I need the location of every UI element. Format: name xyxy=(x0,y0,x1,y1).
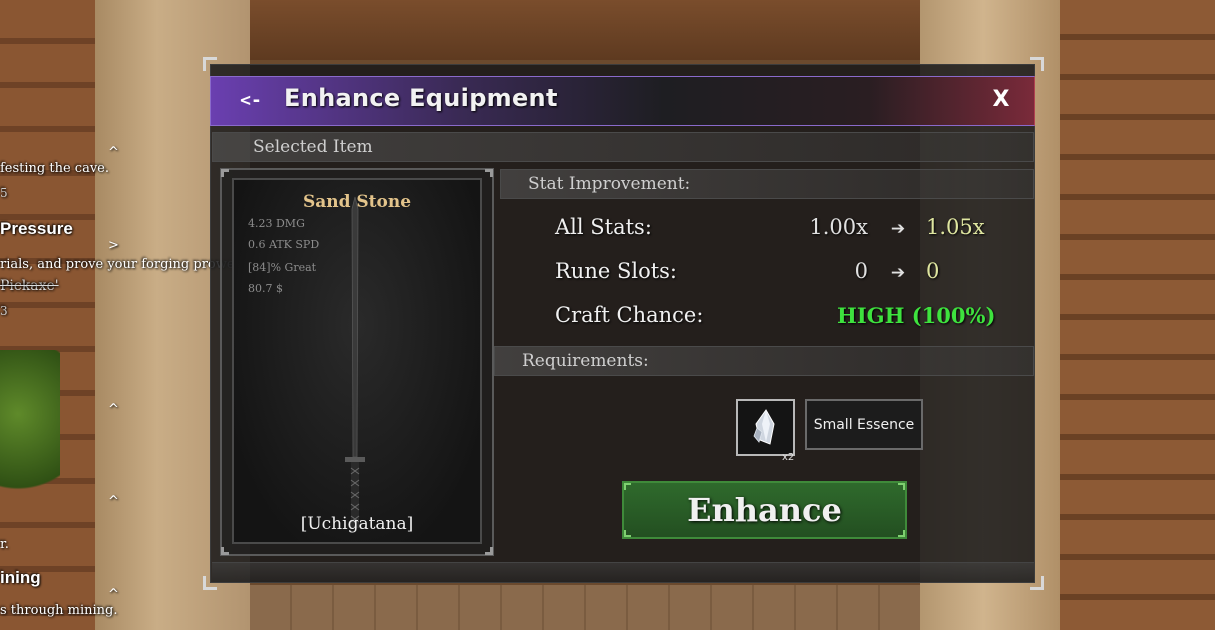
crystal-icon xyxy=(753,408,775,445)
button-corner xyxy=(624,530,631,537)
arrow-right-icon: ➔ xyxy=(890,219,906,239)
item-stat-quality: [84]% Great xyxy=(248,261,317,274)
quest-tracker: festing the cave. 5 Pressure rials, and … xyxy=(0,0,252,630)
stat-improvement-header-label: Stat Improvement: xyxy=(528,174,691,194)
panel-corner xyxy=(1030,57,1044,71)
requirement-slot[interactable] xyxy=(736,399,795,456)
quest-objective: Pickaxe' xyxy=(0,278,59,294)
button-corner xyxy=(898,483,905,490)
expand-caret-icon[interactable]: > xyxy=(108,238,119,253)
requirement-name: Small Essence xyxy=(805,399,923,450)
quest-line: 3 xyxy=(0,304,8,318)
collapse-caret-icon[interactable]: ^ xyxy=(108,587,119,602)
stat-from-rune-slots: 0 xyxy=(854,259,868,283)
floor-tiles xyxy=(250,585,920,630)
requirements-header-label: Requirements: xyxy=(522,351,649,371)
item-stat-damage: 4.23 DMG xyxy=(248,217,305,230)
arrow-right-icon: ➔ xyxy=(890,263,906,283)
window-title: Enhance Equipment xyxy=(284,84,558,112)
item-stat-value: 80.7 $ xyxy=(248,282,283,295)
button-corner xyxy=(624,483,631,490)
wood-beam-top xyxy=(250,0,920,60)
collapse-caret-icon[interactable]: ^ xyxy=(108,145,119,160)
requirements-header: Requirements: xyxy=(494,346,1034,376)
uchigatana-sword-icon xyxy=(345,196,365,528)
collapse-caret-icon[interactable]: ^ xyxy=(108,402,119,417)
quest-line: r. xyxy=(0,537,9,552)
stat-to-rune-slots: 0 xyxy=(926,259,940,283)
item-card-corner xyxy=(485,547,493,555)
selected-item-header: Selected Item xyxy=(212,132,1034,162)
quest-line: festing the cave. xyxy=(0,161,110,176)
button-corner xyxy=(898,530,905,537)
quest-line: s through mining. xyxy=(0,603,118,618)
stat-label-all-stats: All Stats: xyxy=(555,215,652,239)
panel-footer-divider xyxy=(212,562,1034,582)
item-card-corner xyxy=(221,169,229,177)
quest-title[interactable]: Pressure xyxy=(0,219,73,239)
item-name: Sand Stone xyxy=(302,192,412,212)
item-card-corner xyxy=(221,547,229,555)
back-button[interactable]: <- xyxy=(233,86,269,114)
close-button[interactable]: X xyxy=(986,84,1016,114)
enhance-button[interactable]: Enhance xyxy=(622,481,907,539)
item-card-corner xyxy=(485,169,493,177)
stat-to-all-stats: 1.05x xyxy=(926,215,985,239)
item-stat-attack-speed: 0.6 ATK SPD xyxy=(248,238,320,251)
craft-chance-value: HIGH (100%) xyxy=(837,303,996,328)
selected-item-header-label: Selected Item xyxy=(253,137,373,157)
item-type: [Uchigatana] xyxy=(300,514,414,534)
wood-wall-right xyxy=(1060,0,1215,630)
collapse-caret-icon[interactable]: ^ xyxy=(108,494,119,509)
stat-label-rune-slots: Rune Slots: xyxy=(555,259,678,283)
requirement-count: x2 xyxy=(782,452,795,463)
stat-improvement-header: Stat Improvement: xyxy=(500,169,1034,199)
quest-title[interactable]: ining xyxy=(0,568,41,588)
stat-from-all-stats: 1.00x xyxy=(809,215,868,239)
quest-line: 5 xyxy=(0,186,8,200)
craft-chance-label: Craft Chance: xyxy=(555,303,704,327)
panel-corner xyxy=(203,57,217,71)
